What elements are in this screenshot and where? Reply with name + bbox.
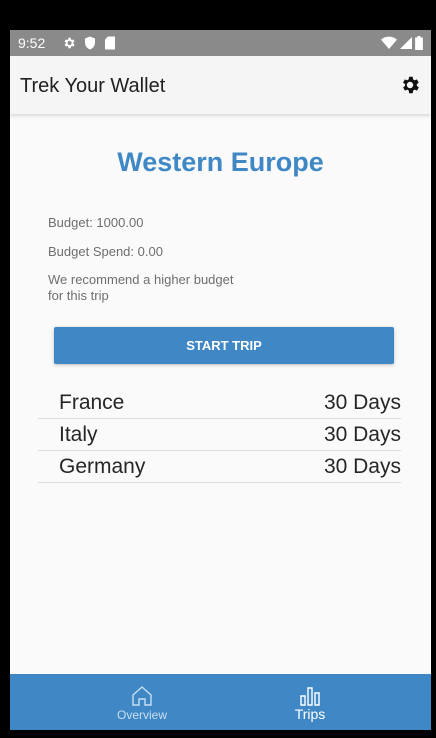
- home-icon: [132, 686, 152, 706]
- status-icons-left: [62, 35, 116, 51]
- shield-icon: [85, 36, 95, 50]
- signal-icon: [400, 37, 412, 49]
- recommendation-text: We recommend a higher budget for this tr…: [48, 272, 234, 303]
- status-icons-right: [381, 34, 423, 52]
- settings-button[interactable]: [395, 70, 425, 100]
- nav-trips[interactable]: Trips: [230, 674, 390, 730]
- app-screen: 9:52 Trek Your Wallet Western Europe Bud…: [10, 30, 431, 730]
- bottom-navigation: Overview Trips: [10, 674, 431, 730]
- budget-spend-text: Budget Spend: 0.00: [48, 244, 163, 259]
- sd-card-icon: [105, 36, 115, 50]
- country-days: 30 Days: [323, 455, 401, 478]
- region-title: Western Europe: [117, 147, 324, 177]
- gear-icon: [403, 76, 419, 94]
- budget-text: Budget: 1000.00: [48, 215, 144, 230]
- status-time: 9:52: [18, 35, 46, 51]
- app-title: Trek Your Wallet: [20, 75, 166, 97]
- country-days: 30 Days: [323, 391, 401, 414]
- nav-overview[interactable]: Overview: [62, 674, 222, 730]
- status-bar: 9:52: [10, 30, 431, 56]
- start-trip-button[interactable]: START TRIP: [54, 327, 394, 364]
- country-name: France: [59, 391, 125, 414]
- country-days: 30 Days: [323, 423, 401, 446]
- country-name: Italy: [59, 423, 98, 446]
- list-item[interactable]: France 30 Days: [38, 387, 401, 419]
- country-list: France 30 Days Italy 30 Days Germany 30 …: [38, 387, 401, 483]
- battery-icon: [415, 36, 423, 50]
- wifi-icon: [381, 36, 397, 49]
- country-name: Germany: [59, 455, 146, 478]
- gear-icon: [64, 37, 75, 49]
- nav-label-overview: Overview: [116, 708, 167, 722]
- device-frame: 9:52 Trek Your Wallet Western Europe Bud…: [0, 0, 436, 738]
- list-item[interactable]: Germany 30 Days: [38, 451, 401, 483]
- app-bar: Trek Your Wallet: [10, 56, 431, 114]
- bar-chart-icon: [300, 687, 320, 706]
- list-item[interactable]: Italy 30 Days: [38, 419, 401, 451]
- nav-label-trips: Trips: [294, 706, 326, 722]
